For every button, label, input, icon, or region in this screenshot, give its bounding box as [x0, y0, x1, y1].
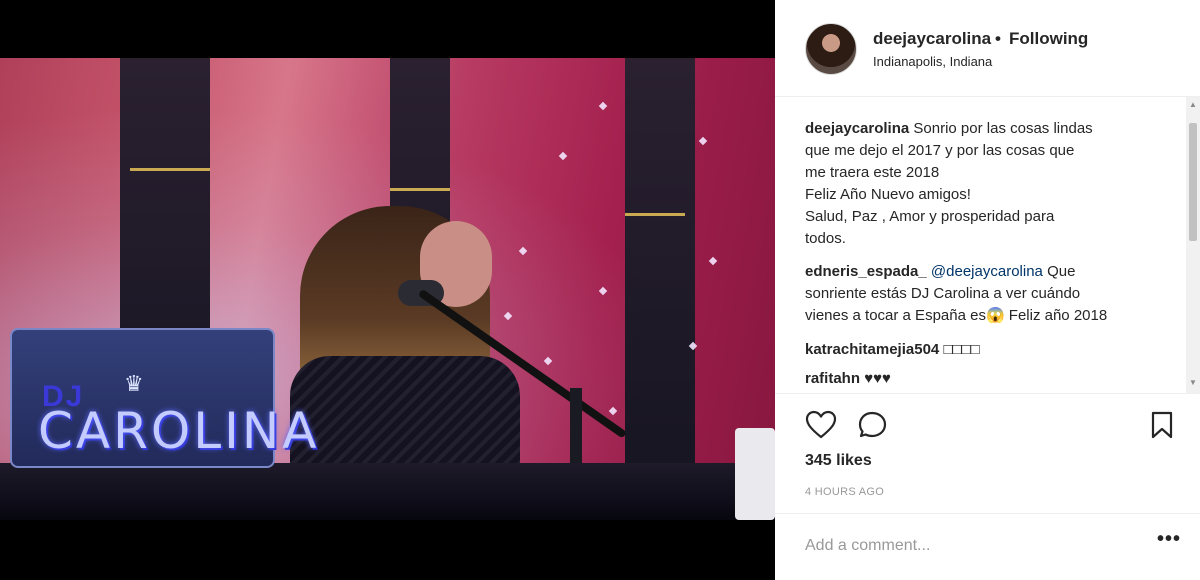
- comments-list[interactable]: deejaycarolina Sonrio por las cosas lind…: [775, 97, 1200, 393]
- more-options-button[interactable]: •••: [1157, 528, 1181, 551]
- stage-pillar: [625, 58, 695, 478]
- comment-line: sonriente estás DJ Carolina a ver cuándo: [805, 285, 1081, 302]
- speaker: [735, 428, 775, 520]
- scrollbar-thumb[interactable]: [1189, 123, 1197, 241]
- heart-icon[interactable]: [805, 410, 837, 445]
- post-actions: 345 likes 4 HOURS AGO: [775, 393, 1200, 513]
- dj-desk: [0, 463, 775, 520]
- post-photo[interactable]: ♛ DJ CAROLINA: [0, 58, 775, 520]
- caption-line: deejaycarolina Sonrio por las cosas lind…: [805, 118, 1175, 140]
- comment-icon[interactable]: [857, 410, 889, 445]
- comment-username[interactable]: edneris_espada_: [805, 263, 927, 280]
- comment-text: □□□□: [943, 341, 980, 358]
- comment-mention[interactable]: @deejaycarolina: [931, 263, 1043, 280]
- avatar[interactable]: [805, 23, 857, 75]
- scroll-down-arrow-icon[interactable]: ▼: [1189, 378, 1197, 387]
- comment-line: vienes a tocar a España es😱 Feliz año 20…: [805, 307, 1108, 324]
- list-item: rafitahn ♥♥♥: [805, 368, 1175, 390]
- caption-username[interactable]: deejaycarolina: [805, 120, 909, 137]
- likes-count[interactable]: 345 likes: [805, 452, 872, 470]
- caption-line: Salud, Paz , Amor y prosperidad para: [805, 208, 1055, 225]
- post-photo-area: ♛ DJ CAROLINA: [0, 0, 775, 580]
- stage-light-stripe: [625, 213, 685, 216]
- comments-scrollbar[interactable]: ▲ ▼: [1186, 97, 1200, 393]
- add-comment-input[interactable]: [805, 534, 1125, 558]
- post-header: deejaycarolina • Following Indianapolis,…: [775, 0, 1200, 97]
- comment-text: Que: [1047, 263, 1076, 280]
- post-location[interactable]: Indianapolis, Indiana: [873, 54, 992, 69]
- crown-icon: ♛: [124, 372, 144, 397]
- separator-dot: •: [995, 29, 1001, 48]
- bookmark-icon[interactable]: [1149, 410, 1175, 445]
- stage-light-stripe: [130, 168, 210, 171]
- caption-line: me traera este 2018: [805, 164, 940, 181]
- list-item: edneris_espada_ @deejaycarolina Que sonr…: [805, 261, 1175, 327]
- stage-light-stripe: [390, 188, 450, 191]
- caption-line: Feliz Año Nuevo amigos!: [805, 186, 971, 203]
- comment-line: edneris_espada_ @deejaycarolina Que: [805, 261, 1175, 283]
- comment-username[interactable]: katrachitamejia504: [805, 341, 939, 358]
- following-button[interactable]: Following: [1009, 29, 1088, 49]
- comment-username[interactable]: rafitahn: [805, 370, 860, 387]
- comment-text: ♥♥♥: [864, 370, 891, 387]
- caption-line: todos.: [805, 230, 846, 247]
- post-timestamp[interactable]: 4 HOURS AGO: [805, 486, 884, 498]
- scroll-up-arrow-icon[interactable]: ▲: [1189, 100, 1197, 109]
- laptop: ♛ DJ CAROLINA: [10, 328, 316, 468]
- list-item: katrachitamejia504 □□□□: [805, 339, 1175, 361]
- laptop-logo-name: CAROLINA: [38, 402, 320, 460]
- post-username[interactable]: deejaycarolina: [873, 29, 991, 49]
- caption-line: que me dejo el 2017 y por las cosas que: [805, 142, 1075, 159]
- caption: deejaycarolina Sonrio por las cosas lind…: [805, 118, 1175, 250]
- add-comment-section: •••: [775, 513, 1200, 580]
- caption-text: Sonrio por las cosas lindas: [913, 120, 1093, 137]
- post-side-panel: deejaycarolina • Following Indianapolis,…: [775, 0, 1200, 580]
